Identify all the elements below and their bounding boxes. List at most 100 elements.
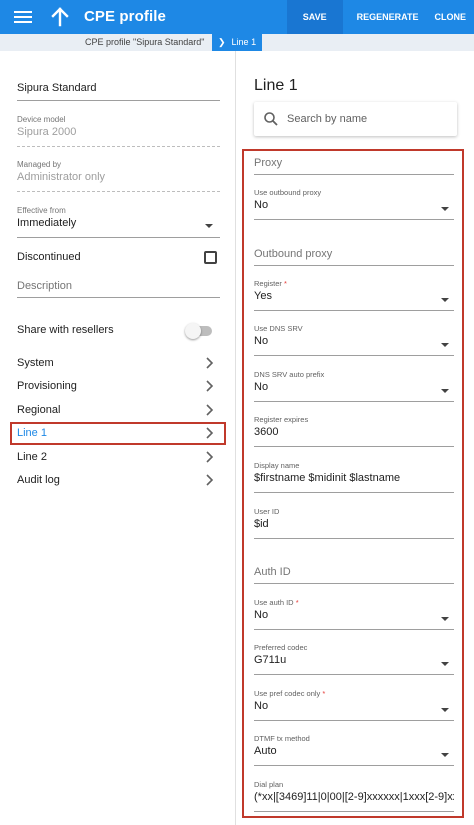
search-input[interactable]: Search by name	[287, 113, 367, 125]
chevron-down-icon[interactable]	[205, 224, 213, 228]
breadcrumb-parent[interactable]: CPE profile "Sipura Standard"	[85, 37, 204, 47]
dns-srv-auto-prefix-underline	[254, 401, 454, 402]
use-outbound-proxy-select[interactable]: Use outbound proxy No	[254, 188, 454, 211]
name-field[interactable]: Sipura Standard	[17, 82, 220, 94]
discontinued-checkbox[interactable]	[204, 251, 217, 264]
description-field[interactable]: Description	[17, 280, 220, 292]
search-box[interactable]: Search by name	[254, 102, 457, 136]
breadcrumb-current-label: Line 1	[231, 37, 257, 47]
register-label: Register *	[254, 279, 287, 288]
dtmf-tx-method-value[interactable]: Auto	[254, 745, 454, 757]
toggle-knob	[185, 323, 201, 339]
chevron-down-icon[interactable]	[441, 207, 449, 211]
use-auth-id-select[interactable]: Use auth ID * No	[254, 598, 454, 621]
use-outbound-proxy-label: Use outbound proxy	[254, 188, 322, 197]
chevron-right-icon	[206, 427, 214, 439]
name-underline	[17, 100, 220, 101]
chevron-right-icon	[206, 357, 214, 369]
effective-from-select[interactable]: Effective from Immediately	[17, 206, 220, 229]
breadcrumb-current: ❯ Line 1	[212, 34, 263, 51]
save-button[interactable]: SAVE	[286, 0, 343, 34]
register-expires-value[interactable]: 3600	[254, 426, 454, 438]
preferred-codec-select[interactable]: Preferred codec G711u	[254, 643, 454, 666]
name-value[interactable]: Sipura Standard	[17, 82, 220, 94]
description-placeholder[interactable]: Description	[17, 280, 220, 292]
arrow-up-icon[interactable]	[50, 6, 70, 28]
dns-srv-auto-prefix-value[interactable]: No	[254, 381, 454, 393]
register-value[interactable]: Yes	[254, 290, 454, 302]
use-dns-srv-underline	[254, 355, 454, 356]
use-outbound-proxy-value[interactable]: No	[254, 199, 454, 211]
nav-item-line-2[interactable]: Line 2	[10, 447, 226, 468]
user-id-field[interactable]: User ID $id	[254, 507, 454, 530]
regenerate-button[interactable]: REGENERATE	[349, 0, 427, 34]
chevron-down-icon[interactable]	[441, 343, 449, 347]
user-id-value[interactable]: $id	[254, 518, 454, 530]
managed-by-field: Managed by Administrator only	[17, 160, 220, 183]
auth-id-placeholder[interactable]: Auth ID	[254, 566, 454, 578]
share-toggle[interactable]	[185, 323, 212, 339]
outbound-proxy-underline	[254, 265, 454, 266]
dial-plan-value[interactable]: (*xx|[3469]11|0|00|[2-9]xxxxxx|1xxx[2-9]…	[254, 791, 454, 803]
nav-item-label: Provisioning	[17, 380, 77, 392]
breadcrumb: CPE profile "Sipura Standard" ❯ Line 1	[0, 34, 474, 51]
display-name-field[interactable]: Display name $firstname $midinit $lastna…	[254, 461, 454, 484]
use-auth-id-value[interactable]: No	[254, 609, 454, 621]
chevron-right-icon	[206, 451, 214, 463]
page-title: CPE profile	[84, 8, 166, 25]
chevron-down-icon[interactable]	[441, 753, 449, 757]
chevron-down-icon[interactable]	[441, 389, 449, 393]
use-dns-srv-select[interactable]: Use DNS SRV No	[254, 324, 454, 347]
dns-srv-auto-prefix-label: DNS SRV auto prefix	[254, 370, 325, 379]
outbound-proxy-placeholder[interactable]: Outbound proxy	[254, 248, 454, 260]
use-pref-codec-only-label: Use pref codec only *	[254, 689, 326, 698]
nav-item-regional[interactable]: Regional	[10, 400, 226, 421]
preferred-codec-underline	[254, 674, 454, 675]
chevron-down-icon[interactable]	[441, 617, 449, 621]
clone-button[interactable]: CLONE	[427, 0, 474, 34]
effective-from-label: Effective from	[17, 206, 66, 215]
dtmf-tx-method-select[interactable]: DTMF tx method Auto	[254, 734, 454, 757]
use-pref-codec-only-underline	[254, 720, 454, 721]
chevron-right-icon	[206, 474, 214, 486]
proxy-placeholder[interactable]: Proxy	[254, 157, 454, 169]
nav-item-label: Line 2	[17, 451, 47, 463]
display-name-value[interactable]: $firstname $midinit $lastname	[254, 472, 454, 484]
dtmf-tx-method-underline	[254, 765, 454, 766]
use-outbound-proxy-underline	[254, 219, 454, 220]
user-id-label: User ID	[254, 507, 280, 516]
nav-item-audit-log[interactable]: Audit log	[10, 470, 226, 491]
nav-item-line-1[interactable]: Line 1	[10, 422, 226, 445]
section-title: Line 1	[254, 77, 298, 94]
dtmf-tx-method-label: DTMF tx method	[254, 734, 310, 743]
search-icon	[264, 112, 278, 126]
preferred-codec-value[interactable]: G711u	[254, 654, 454, 666]
chevron-down-icon[interactable]	[441, 662, 449, 666]
use-dns-srv-value[interactable]: No	[254, 335, 454, 347]
proxy-field[interactable]: Proxy	[254, 157, 454, 169]
outbound-proxy-field[interactable]: Outbound proxy	[254, 248, 454, 260]
auth-id-field[interactable]: Auth ID	[254, 566, 454, 578]
use-pref-codec-only-select[interactable]: Use pref codec only * No	[254, 689, 454, 712]
chevron-down-icon[interactable]	[441, 708, 449, 712]
nav-item-system[interactable]: System	[10, 353, 226, 374]
nav-item-label: Audit log	[17, 474, 60, 486]
chevron-right-icon	[206, 380, 214, 392]
chevron-right-icon	[206, 404, 214, 416]
use-auth-id-underline	[254, 629, 454, 630]
effective-from-value[interactable]: Immediately	[17, 217, 220, 229]
managed-by-value: Administrator only	[17, 171, 106, 183]
menu-icon[interactable]	[14, 9, 32, 25]
device-model-underline	[17, 146, 220, 147]
dial-plan-field[interactable]: Dial plan (*xx|[3469]11|0|00|[2-9]xxxxxx…	[254, 780, 454, 803]
auth-id-underline	[254, 583, 454, 584]
use-pref-codec-only-value[interactable]: No	[254, 700, 454, 712]
register-expires-field[interactable]: Register expires 3600	[254, 415, 454, 438]
dns-srv-auto-prefix-select[interactable]: DNS SRV auto prefix No	[254, 370, 454, 393]
nav-item-provisioning[interactable]: Provisioning	[10, 376, 226, 397]
managed-by-underline	[17, 191, 220, 192]
device-model-field: Device model Sipura 2000	[17, 115, 220, 138]
chevron-down-icon[interactable]	[441, 298, 449, 302]
discontinued-label: Discontinued	[17, 251, 81, 263]
register-select[interactable]: Register * Yes	[254, 279, 454, 302]
